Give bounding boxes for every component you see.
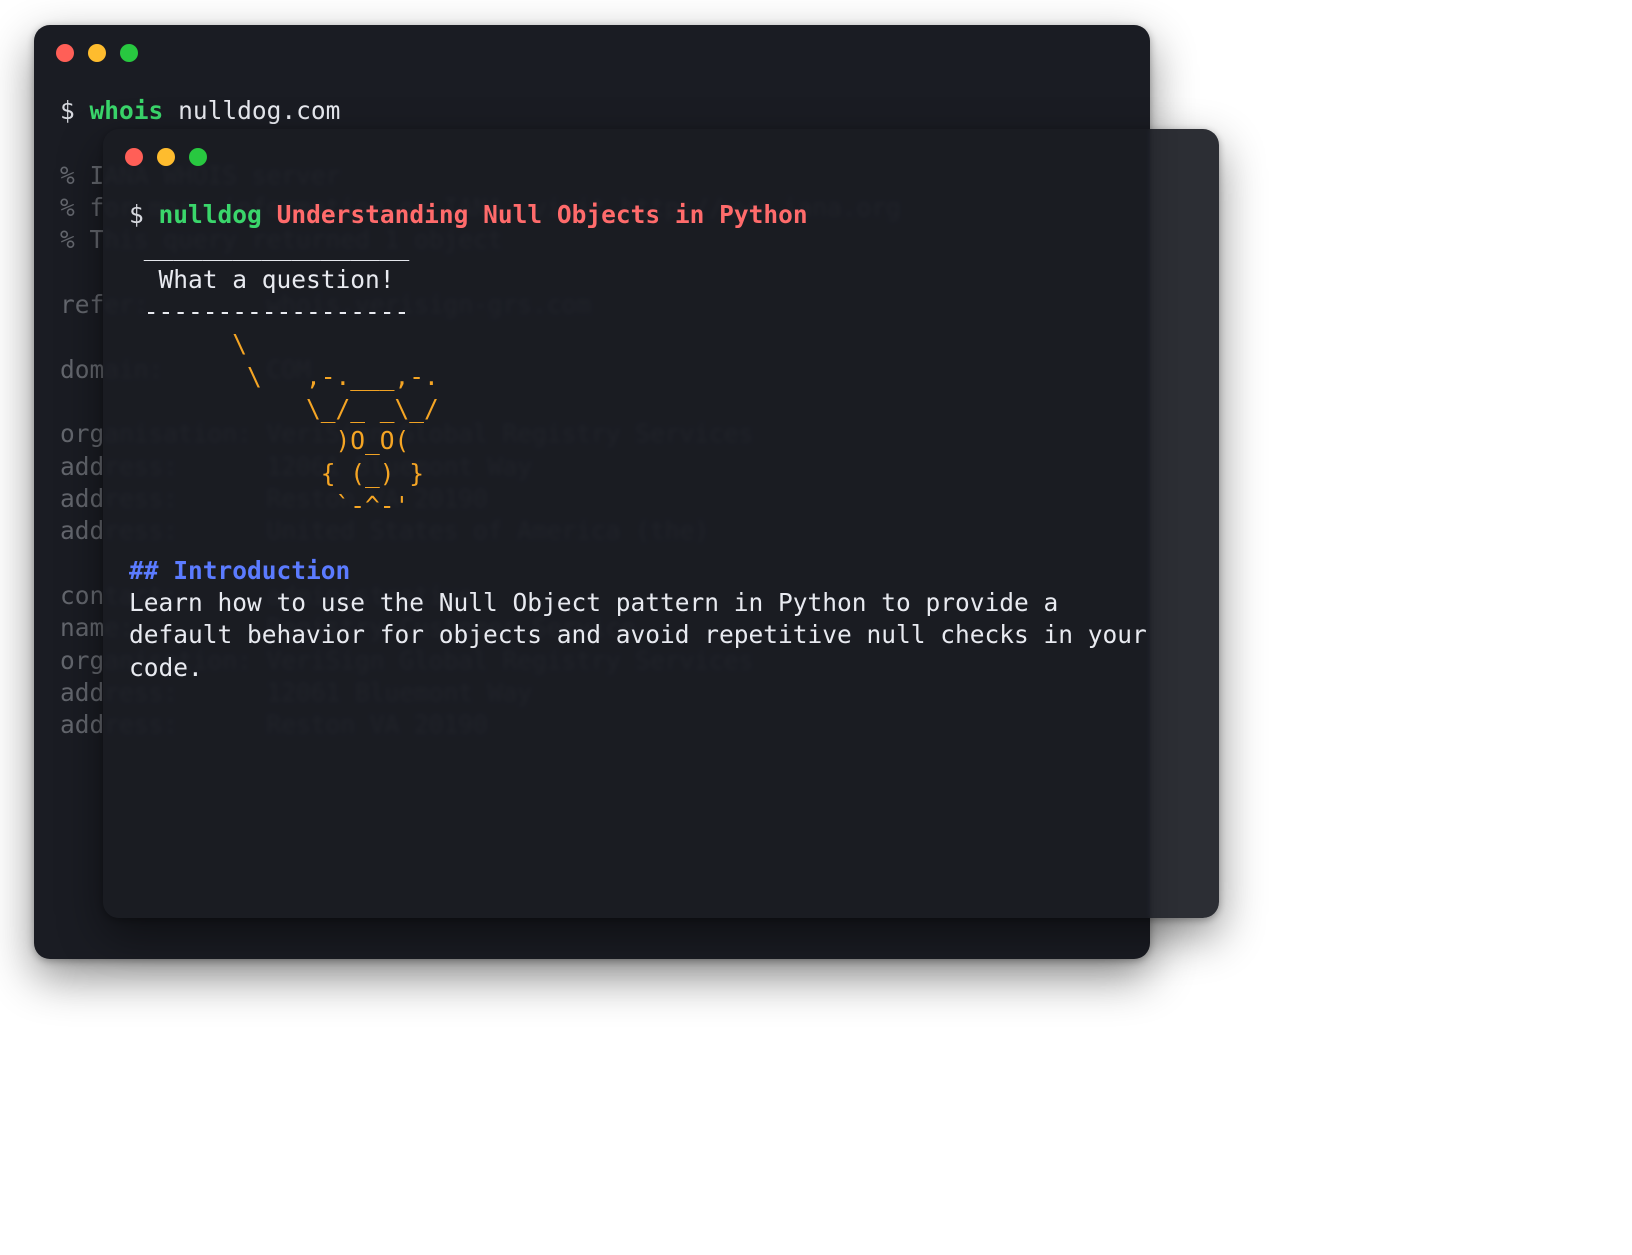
article-title: Understanding Null Objects in Python: [277, 200, 808, 229]
zoom-icon[interactable]: [120, 44, 138, 62]
terminal-body-front: $ nulldog Understanding Null Objects in …: [103, 185, 1219, 704]
ascii-dog-icon: \ ,-.___,-.: [129, 362, 439, 391]
titlebar-front: [103, 129, 1219, 185]
zoom-icon[interactable]: [189, 148, 207, 166]
minimize-icon[interactable]: [157, 148, 175, 166]
section-heading: ## Introduction: [129, 556, 350, 585]
speech-bubble-bottom: ------------------: [129, 297, 409, 326]
speech-bubble-text: What a question!: [129, 265, 395, 294]
close-icon[interactable]: [56, 44, 74, 62]
intro-paragraph: Learn how to use the Null Object pattern…: [129, 587, 1169, 684]
ascii-dog-icon: \_/_ _\_/: [129, 394, 439, 423]
minimize-icon[interactable]: [88, 44, 106, 62]
prompt-command: nulldog: [159, 200, 262, 229]
speech-bubble-top: __________________: [129, 232, 409, 261]
prompt-arg: nulldog.com: [178, 96, 340, 125]
close-icon[interactable]: [125, 148, 143, 166]
titlebar-back: [34, 25, 1150, 81]
prompt-symbol: $: [60, 96, 75, 125]
ascii-dog-icon: `-^-': [129, 491, 409, 520]
prompt-symbol: $: [129, 200, 144, 229]
ascii-dog-icon: \: [129, 329, 247, 358]
ascii-dog-icon: )O_O(: [129, 426, 409, 455]
terminal-window-front: $ nulldog Understanding Null Objects in …: [103, 129, 1219, 918]
prompt-command: whois: [90, 96, 164, 125]
ascii-dog-icon: { (_) }: [129, 459, 424, 488]
